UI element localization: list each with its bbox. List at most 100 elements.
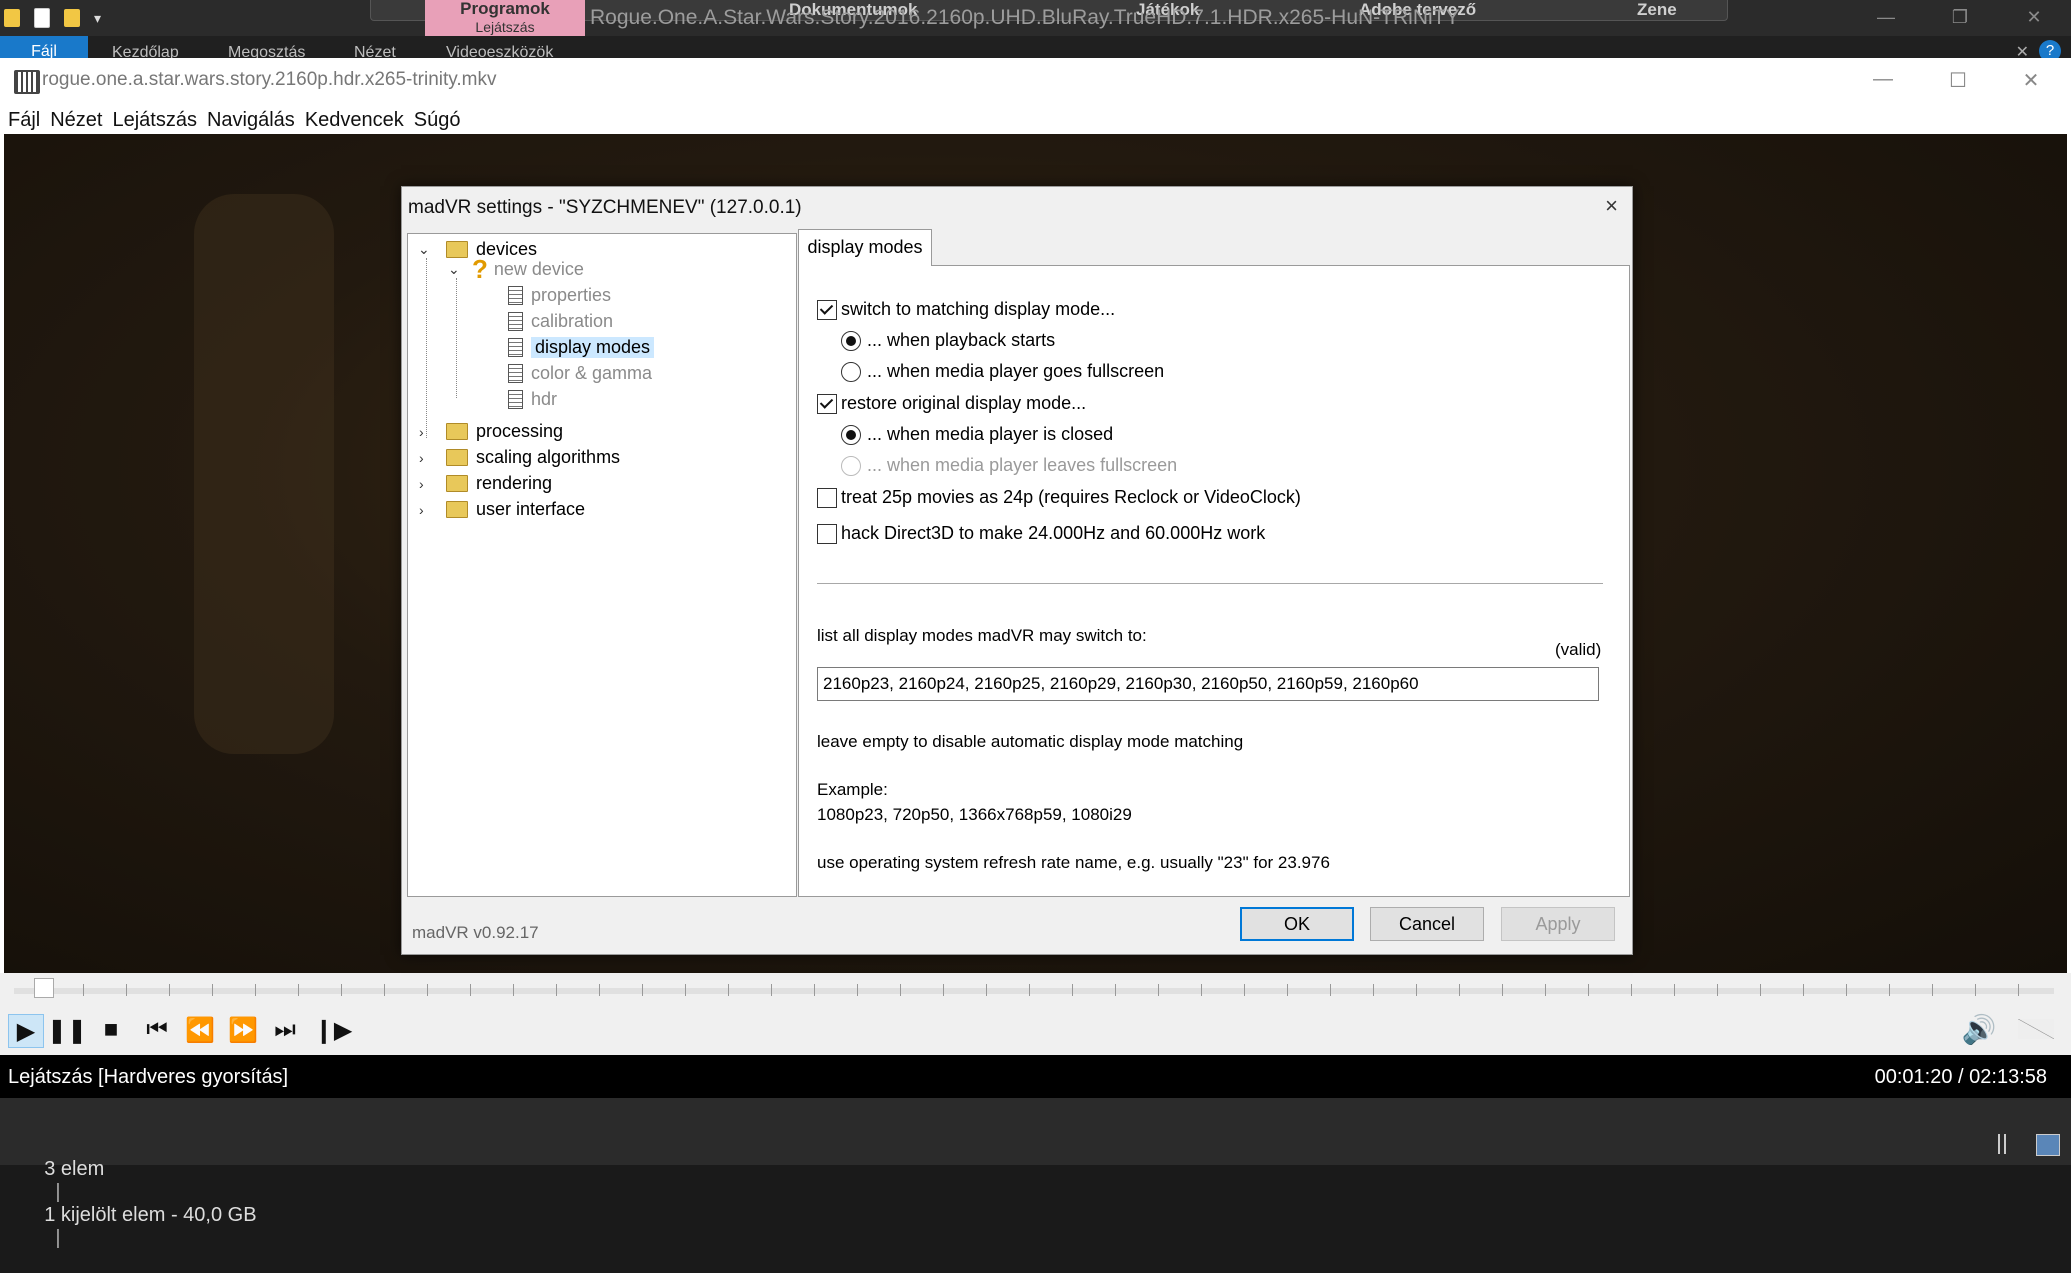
menu-file[interactable]: Fájl xyxy=(8,109,40,132)
when-leaves-fullscreen-radio[interactable]: ... when media player leaves fullscreen xyxy=(841,455,1177,476)
rewind-icon[interactable]: ⏪ xyxy=(183,1014,217,1046)
customize-dropdown-icon[interactable]: ▾ xyxy=(94,10,101,27)
separator xyxy=(817,583,1603,584)
volume-icon[interactable]: 🔊 xyxy=(1962,1013,1997,1045)
tree-new-device[interactable]: ? new device xyxy=(472,254,584,284)
player-menubar: Fájl Nézet Lejátszás Navigálás Kedvencek… xyxy=(0,102,2071,138)
player-maximize-icon[interactable]: ☐ xyxy=(1943,68,1973,93)
play-icon[interactable]: ▶ xyxy=(8,1014,44,1048)
seekbar[interactable] xyxy=(0,973,2071,1005)
dialog-title: madVR settings - "SYZCHMENEV" (127.0.0.1… xyxy=(408,197,802,218)
expand-devices-icon[interactable]: ⌄ xyxy=(418,241,430,258)
page-icon xyxy=(508,363,523,383)
menu-play[interactable]: Lejátszás xyxy=(112,109,197,132)
player-minimize-icon[interactable]: — xyxy=(1868,68,1898,91)
playback-time: 00:01:20 / 02:13:58 xyxy=(1874,1066,2047,1088)
volume-slider[interactable] xyxy=(2018,1019,2054,1039)
large-icons-view-icon[interactable] xyxy=(2036,1134,2060,1156)
treat-25p-checkbox[interactable]: treat 25p movies as 24p (requires Recloc… xyxy=(817,487,1301,508)
tree-user-interface[interactable]: user interface xyxy=(446,497,585,521)
quick-access-toolbar: ▾ xyxy=(0,0,101,36)
pause-icon[interactable]: ❚❚ xyxy=(47,1014,87,1046)
expand-user-interface-icon[interactable]: › xyxy=(419,502,424,518)
player-statusbar: Lejátszás [Hardveres gyorsítás] 00:01:20… xyxy=(0,1055,2071,1098)
page-icon xyxy=(508,389,523,409)
page-icon xyxy=(508,337,523,357)
cancel-button[interactable]: Cancel xyxy=(1370,907,1484,941)
player-titlebar: rogue.one.a.star.wars.story.2160p.hdr.x2… xyxy=(0,58,2071,102)
display-modes-input[interactable] xyxy=(817,667,1599,701)
folder-icon xyxy=(446,448,468,466)
settings-tree: ⌄ devices ⌄ ? new device properties calib… xyxy=(407,233,797,897)
tree-rendering[interactable]: rendering xyxy=(446,471,552,495)
menu-view[interactable]: Nézet xyxy=(50,109,102,132)
madvr-settings-dialog: madVR settings - "SYZCHMENEV" (127.0.0.1… xyxy=(401,186,1633,955)
ok-button[interactable]: OK xyxy=(1240,907,1354,941)
expand-scaling-icon[interactable]: › xyxy=(419,450,424,466)
tree-display-modes[interactable]: display modes xyxy=(508,335,655,359)
player-close-icon[interactable]: ✕ xyxy=(2016,68,2046,93)
chapter-ticks xyxy=(40,984,2060,996)
example-value: 1080p23, 720p50, 1366x768p59, 1080i29 xyxy=(817,805,1132,824)
hack-direct3d-checkbox[interactable]: hack Direct3D to make 24.000Hz and 60.00… xyxy=(817,523,1265,544)
tab-display-modes[interactable]: display modes xyxy=(798,229,932,266)
hint-refresh: use operating system refresh rate name, … xyxy=(817,853,1330,872)
stop-icon[interactable]: ■ xyxy=(94,1014,128,1046)
menu-navigate[interactable]: Navigálás xyxy=(207,109,295,132)
switch-matching-checkbox[interactable]: switch to matching display mode... xyxy=(817,299,1115,320)
minimize-icon[interactable]: — xyxy=(1849,0,1923,36)
player-app-icon xyxy=(14,70,40,94)
example-label: Example: xyxy=(817,780,888,799)
hint-empty: leave empty to disable automatic display… xyxy=(817,732,1244,751)
folder-icon xyxy=(446,240,468,258)
tree-processing[interactable]: processing xyxy=(446,419,563,443)
next-icon[interactable]: ⏭ xyxy=(268,1014,302,1046)
tree-calibration[interactable]: calibration xyxy=(508,309,613,333)
item-count: 3 elem xyxy=(44,1158,105,1180)
when-fullscreen-radio[interactable]: ... when media player goes fullscreen xyxy=(841,361,1164,382)
close-icon[interactable]: ✕ xyxy=(1997,0,2071,36)
restore-icon[interactable]: ❐ xyxy=(1923,0,1997,36)
when-playback-starts-radio[interactable]: ... when playback starts xyxy=(841,330,1055,351)
folder-icon xyxy=(446,422,468,440)
selection-info: 1 kijelölt elem - 40,0 GB xyxy=(44,1204,257,1226)
properties-check-icon[interactable] xyxy=(34,8,50,28)
folder-icon xyxy=(446,500,468,518)
ribbon-tab-file[interactable]: Fájl xyxy=(0,36,88,60)
tree-properties[interactable]: properties xyxy=(508,283,611,307)
expand-processing-icon[interactable]: › xyxy=(419,424,424,440)
explorer-titlebar: ▾ Programok Lejátszás Dokumentumok Játék… xyxy=(0,0,2071,62)
library-tab-sublabel: Lejátszás xyxy=(475,19,535,35)
tree-color-gamma[interactable]: color & gamma xyxy=(508,361,652,385)
library-tab-programok[interactable]: Programok Lejátszás xyxy=(425,0,585,36)
dialog-close-icon[interactable]: × xyxy=(1605,193,1618,219)
explorer-statusbar: 3 elem | 1 kijelölt elem - 40,0 GB | xyxy=(0,1098,2071,1249)
tree-hdr[interactable]: hdr xyxy=(508,387,557,411)
player-title: rogue.one.a.star.wars.story.2160p.hdr.x2… xyxy=(42,69,497,90)
new-folder-icon[interactable] xyxy=(64,9,80,27)
modes-list-label: list all display modes madVR may switch … xyxy=(817,626,1147,645)
seek-handle[interactable] xyxy=(34,978,55,998)
fast-forward-icon[interactable]: ⏩ xyxy=(226,1014,260,1046)
madvr-version: madVR v0.92.17 xyxy=(412,923,539,942)
folder-icon[interactable] xyxy=(4,9,20,27)
modes-valid-indicator: (valid) xyxy=(1555,640,1602,659)
folder-icon xyxy=(446,474,468,492)
tree-scaling-algorithms[interactable]: scaling algorithms xyxy=(446,445,620,469)
ribbon-tabs: Fájl Kezdőlap Megosztás Nézet Videoeszkö… xyxy=(0,36,2071,62)
expand-new-device-icon[interactable]: ⌄ xyxy=(448,261,460,278)
explorer-window-title: Rogue.One.A.Star.Wars.Story.2016.2160p.U… xyxy=(590,6,1460,29)
previous-icon[interactable]: ⏮ xyxy=(140,1014,174,1046)
page-icon xyxy=(508,285,523,305)
restore-original-checkbox[interactable]: restore original display mode... xyxy=(817,393,1086,414)
frame-step-icon[interactable]: ❙▶ xyxy=(314,1014,353,1046)
details-view-icon[interactable] xyxy=(1998,1134,2006,1154)
apply-button[interactable]: Apply xyxy=(1501,907,1615,941)
when-closed-radio[interactable]: ... when media player is closed xyxy=(841,424,1113,445)
player-controls: ▶ ❚❚ ■ ⏮ ⏪ ⏩ ⏭ ❙▶ 🔊 xyxy=(0,1005,2071,1055)
menu-help[interactable]: Súgó xyxy=(414,109,461,132)
playback-status: Lejátszás [Hardveres gyorsítás] xyxy=(8,1066,289,1088)
menu-favorites[interactable]: Kedvencek xyxy=(305,109,404,132)
expand-rendering-icon[interactable]: › xyxy=(419,476,424,492)
library-tab-zene[interactable]: Zene xyxy=(1637,0,1677,20)
